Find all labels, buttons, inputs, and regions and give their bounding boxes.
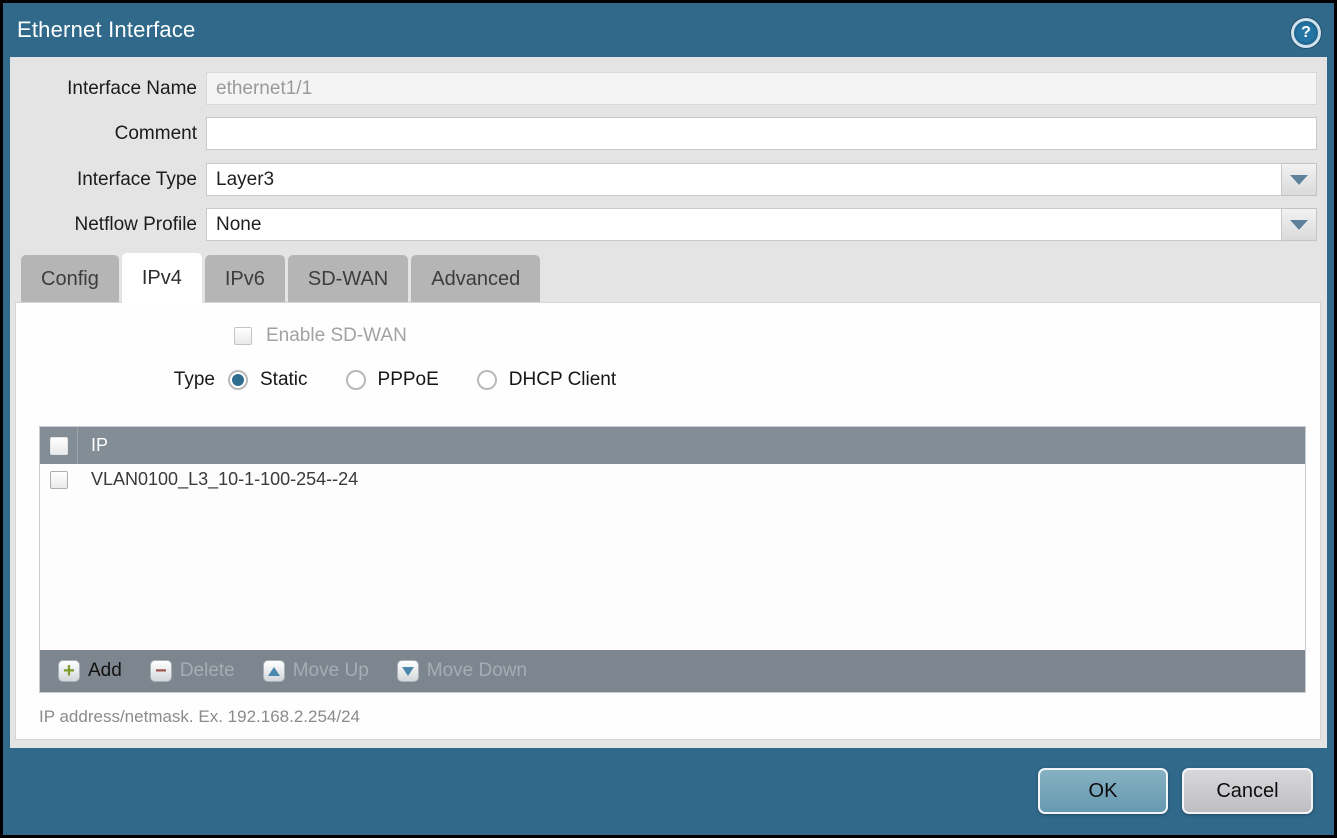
comment-label: Comment [10,123,206,145]
arrow-up-icon [263,660,285,682]
table-toolbar: + Add − Delete Move Up Move Down [40,650,1305,692]
ip-table-header: IP [40,427,1305,464]
radio-icon [228,370,248,390]
move-down-button: Move Down [388,655,536,687]
radio-pppoe-label: PPPoE [378,369,439,391]
dialog-title: Ethernet Interface [3,17,195,43]
radio-dhcp-client-label: DHCP Client [509,369,616,391]
ip-cell: VLAN0100_L3_10-1-100-254--24 [78,469,358,490]
dialog-titlebar: Ethernet Interface ? [3,3,1334,57]
radio-icon [346,370,366,390]
select-all-cell [40,427,78,464]
move-down-button-label: Move Down [427,660,527,682]
row-checkbox[interactable] [50,471,68,489]
ok-button[interactable]: OK [1038,768,1168,814]
delete-button: − Delete [141,655,244,687]
delete-button-label: Delete [180,660,235,682]
ip-format-hint: IP address/netmask. Ex. 192.168.2.254/24 [39,707,360,727]
interface-type-dropdown-button[interactable] [1282,163,1317,196]
interface-name-label: Interface Name [10,78,206,100]
netflow-profile-row: Netflow Profile [10,208,1327,241]
minus-icon: − [150,660,172,682]
ip-table: IP VLAN0100_L3_10-1-100-254--24 + Add [39,426,1306,693]
interface-name-input [206,72,1317,105]
help-icon[interactable]: ? [1291,18,1321,48]
radio-pppoe[interactable]: PPPoE [346,369,439,391]
tab-ipv4[interactable]: IPv4 [122,253,202,304]
cancel-button[interactable]: Cancel [1182,768,1313,814]
select-all-checkbox[interactable] [50,437,68,455]
tab-config[interactable]: Config [21,255,119,304]
tab-ipv6[interactable]: IPv6 [205,255,285,304]
radio-icon [477,370,497,390]
interface-type-row: Interface Type [10,163,1327,196]
chevron-down-icon [1290,175,1308,185]
radio-static[interactable]: Static [228,369,308,391]
plus-icon: + [58,660,80,682]
interface-type-label: Interface Type [10,169,206,191]
comment-row: Comment [10,117,1327,150]
ethernet-interface-dialog: Ethernet Interface ? Interface Name Comm… [3,3,1334,835]
add-button-label: Add [88,660,122,682]
column-header-ip: IP [78,435,108,456]
ip-table-body: VLAN0100_L3_10-1-100-254--24 [40,464,1305,650]
interface-name-row: Interface Name [10,72,1327,105]
ipv4-tab-panel: Enable SD-WAN Type Static PPPoE DHCP Cli… [15,302,1321,740]
chevron-down-icon [1290,220,1308,230]
tab-sdwan[interactable]: SD-WAN [288,255,408,304]
arrow-down-icon [397,660,419,682]
radio-static-label: Static [260,369,308,391]
netflow-profile-label: Netflow Profile [10,214,206,236]
add-button[interactable]: + Add [49,655,131,687]
dialog-content: Interface Name Comment Interface Type Ne… [10,57,1327,748]
radio-dhcp-client[interactable]: DHCP Client [477,369,616,391]
table-row[interactable]: VLAN0100_L3_10-1-100-254--24 [40,464,1305,495]
netflow-profile-input[interactable] [206,208,1282,241]
comment-input[interactable] [206,117,1317,150]
enable-sdwan-label: Enable SD-WAN [266,325,407,347]
netflow-profile-dropdown-button[interactable] [1282,208,1317,241]
move-up-button-label: Move Up [293,660,369,682]
tab-advanced[interactable]: Advanced [411,255,540,304]
enable-sdwan-checkbox [234,327,252,345]
type-label: Type [16,369,228,391]
move-up-button: Move Up [254,655,378,687]
row-checkbox-cell [40,471,78,489]
interface-type-input[interactable] [206,163,1282,196]
enable-sdwan-row: Enable SD-WAN [234,325,407,347]
type-row: Type Static PPPoE DHCP Client [16,369,654,391]
tab-bar: Config IPv4 IPv6 SD-WAN Advanced [21,253,540,304]
